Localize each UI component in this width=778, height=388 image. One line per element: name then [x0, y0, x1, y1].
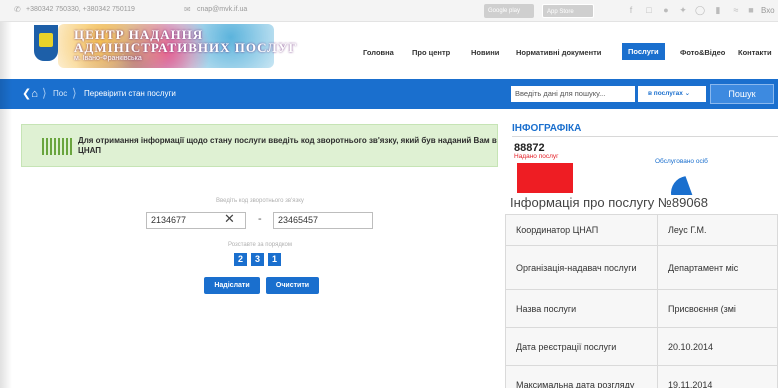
rss-icon[interactable]: ≈	[730, 5, 742, 15]
facebook-icon[interactable]: f	[625, 5, 637, 15]
row-value: 20.10.2014	[657, 327, 778, 366]
login-link[interactable]: Вхо	[761, 6, 775, 15]
divider	[512, 136, 778, 137]
phone-icon: ✆	[14, 5, 21, 14]
people-served-label: Обслуговано осіб	[655, 158, 708, 165]
logo-city: м. Івано-Франківська	[74, 55, 142, 62]
captcha-digit[interactable]: 2	[234, 253, 247, 266]
app-store-button[interactable]: App Store	[542, 4, 594, 18]
code-separator: -	[258, 213, 262, 225]
row-value: Леус Г.М.	[657, 214, 778, 246]
search-scope-select[interactable]: в послугах ⌄	[638, 86, 706, 102]
row-key: Максимальна дата розгляду	[505, 365, 658, 388]
nav-photo-video[interactable]: Фото&Відео	[680, 48, 725, 57]
search-scope-label: в послугах	[648, 90, 683, 97]
services-provided-label: Надано послуг	[514, 153, 559, 160]
row-key: Дата реєстрації послуги	[505, 327, 658, 366]
logo-title-line2[interactable]: АДМІНІСТРАТИВНИХ ПОСЛУГ	[74, 40, 298, 56]
table-row: Організація-надавач послуги Департамент …	[505, 245, 778, 290]
nav-contacts[interactable]: Контакти	[738, 48, 772, 57]
chevron-right-icon: ⟩	[42, 86, 47, 100]
page-edge-shadow	[0, 22, 12, 388]
service-info-title: Інформація про послугу №89068	[510, 195, 719, 210]
table-row: Максимальна дата розгляду 19.11.2014	[505, 365, 778, 388]
captcha-digit[interactable]: 3	[251, 253, 264, 266]
captcha-digit[interactable]: 1	[268, 253, 281, 266]
search-button[interactable]: Пошук	[710, 84, 774, 104]
home-icon[interactable]: ❮⌂	[22, 87, 38, 100]
clear-button[interactable]: Очистити	[266, 277, 319, 294]
contact-phones: +380342 750330, +380342 750119	[26, 6, 135, 13]
chevron-down-icon: ⌄	[684, 90, 691, 97]
chevron-right-icon: ⟩	[72, 86, 77, 100]
stats-icon[interactable]: ▮	[712, 5, 724, 16]
table-row: Координатор ЦНАП Леус Г.М.	[505, 214, 778, 246]
row-value: 19.11.2014	[657, 365, 778, 388]
mail-icon: ✉	[184, 5, 191, 14]
breadcrumb-services[interactable]: Пос	[53, 89, 67, 98]
row-value: Присвоєння (змі	[657, 289, 778, 328]
nav-news[interactable]: Новини	[471, 48, 499, 57]
feedback-code-label: Введіть код зворотнього зв'язку	[216, 198, 304, 204]
infographic-title: ІНФОГРАФІКА	[512, 123, 582, 134]
city-crest-logo[interactable]	[34, 25, 58, 61]
nav-home[interactable]: Головна	[363, 48, 394, 57]
top-contact-bar: ✆ +380342 750330, +380342 750119 ✉ cnap@…	[0, 0, 778, 22]
feedback-code-part2-input[interactable]: 23465457	[273, 212, 373, 229]
vk-icon[interactable]: □	[643, 5, 655, 15]
submit-button[interactable]: Надіслати	[204, 277, 260, 294]
instruction-text: Для отримання інформації щодо стану посл…	[78, 136, 497, 155]
row-key: Назва послуги	[505, 289, 658, 328]
instruction-notice: Для отримання інформації щодо стану посл…	[21, 124, 498, 167]
contact-email[interactable]: cnap@mvk.if.ua	[197, 6, 247, 13]
search-input[interactable]: Введіть дані для пошуку...	[511, 86, 635, 102]
nav-about[interactable]: Про центр	[412, 48, 450, 57]
odnoklassniki-icon[interactable]: ●	[660, 5, 672, 15]
twitter-icon[interactable]: ✦	[677, 5, 689, 16]
row-key: Координатор ЦНАП	[505, 214, 658, 246]
lock-icon[interactable]: ■	[745, 5, 757, 15]
close-icon[interactable]: ✕	[224, 211, 235, 227]
breadcrumb-current: Перевірити стан послуги	[84, 89, 176, 98]
barcode-icon	[42, 138, 72, 155]
row-value: Департамент міс	[657, 245, 778, 290]
nav-regulations[interactable]: Нормативні документи	[516, 48, 601, 57]
table-row: Дата реєстрації послуги 20.10.2014	[505, 327, 778, 366]
table-row: Назва послуги Присвоєння (змі	[505, 289, 778, 328]
service-info-table: Координатор ЦНАП Леус Г.М. Організація-н…	[505, 214, 778, 388]
captcha-order-label: Розставте за порядком	[228, 242, 292, 248]
site-header: ЦЕНТР НАДАННЯ АДМІНІСТРАТИВНИХ ПОСЛУГ м.…	[0, 22, 778, 76]
nav-services[interactable]: Послуги	[622, 43, 665, 60]
row-key: Організація-надавач послуги	[505, 245, 658, 290]
google-play-button[interactable]: Google play	[484, 4, 534, 18]
services-provided-bar	[517, 163, 573, 193]
skype-icon[interactable]: ◯	[694, 5, 706, 16]
